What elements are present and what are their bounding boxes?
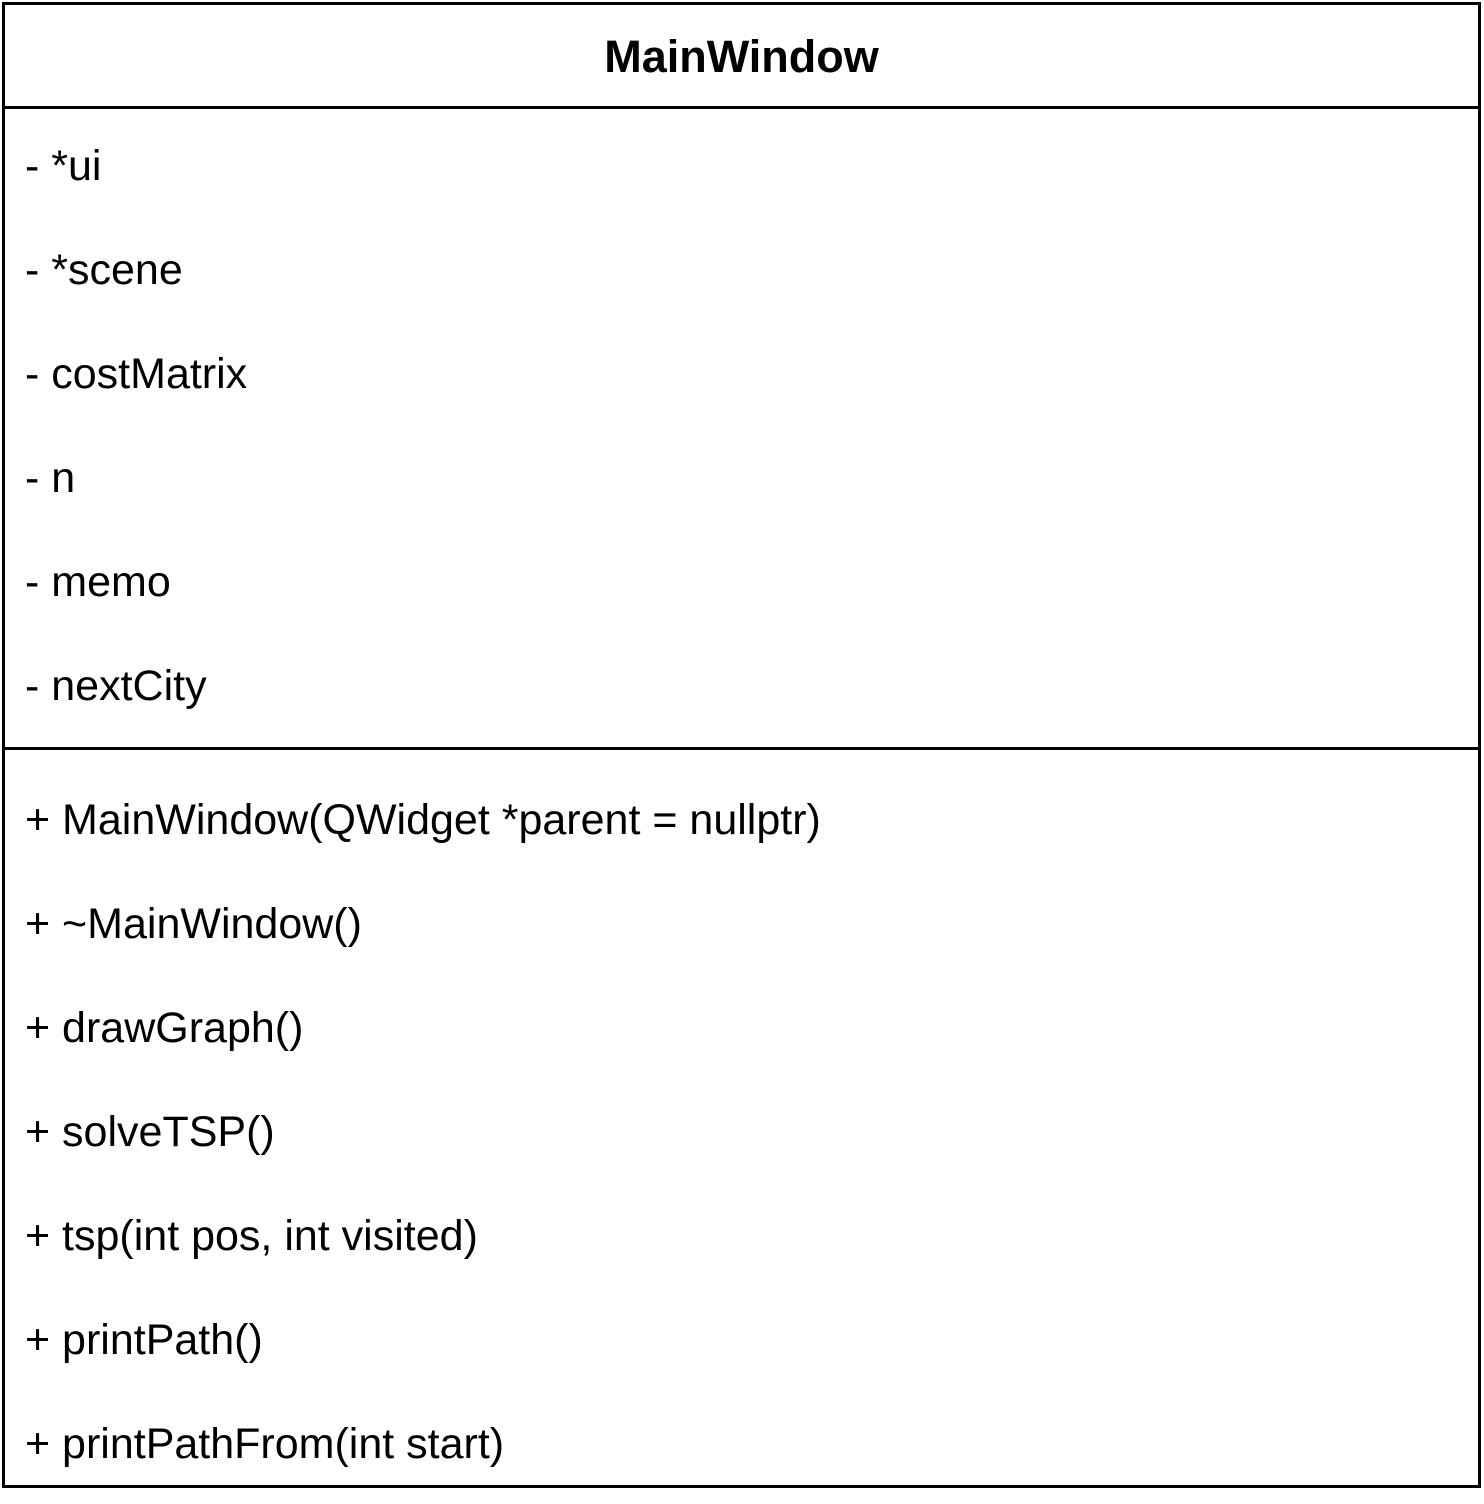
attribute-next-city: - nextCity (25, 662, 207, 710)
attribute-n: - n (25, 454, 76, 502)
class-header: MainWindow (5, 5, 1478, 109)
method-constructor: + MainWindow(QWidget *parent = nullptr) (25, 796, 821, 844)
attribute-memo: - memo (25, 558, 171, 606)
attributes-section: - *ui - *scene - costMatrix - n - memo -… (5, 109, 1478, 750)
attribute-cost-matrix: - costMatrix (25, 350, 248, 398)
attribute-ui: - *ui (25, 142, 102, 190)
method-print-path-from: + printPathFrom(int start) (25, 1420, 505, 1468)
attribute-scene: - *scene (25, 246, 183, 294)
class-name: MainWindow (604, 31, 879, 82)
method-draw-graph: + drawGraph() (25, 1004, 304, 1052)
method-tsp: + tsp(int pos, int visited) (25, 1212, 478, 1260)
method-destructor: + ~MainWindow() (25, 900, 362, 948)
methods-section: + MainWindow(QWidget *parent = nullptr) … (5, 750, 1478, 1485)
method-solve-tsp: + solveTSP() (25, 1108, 275, 1156)
uml-class-box: MainWindow - *ui - *scene - costMatrix -… (2, 2, 1481, 1488)
method-print-path: + printPath() (25, 1316, 263, 1364)
